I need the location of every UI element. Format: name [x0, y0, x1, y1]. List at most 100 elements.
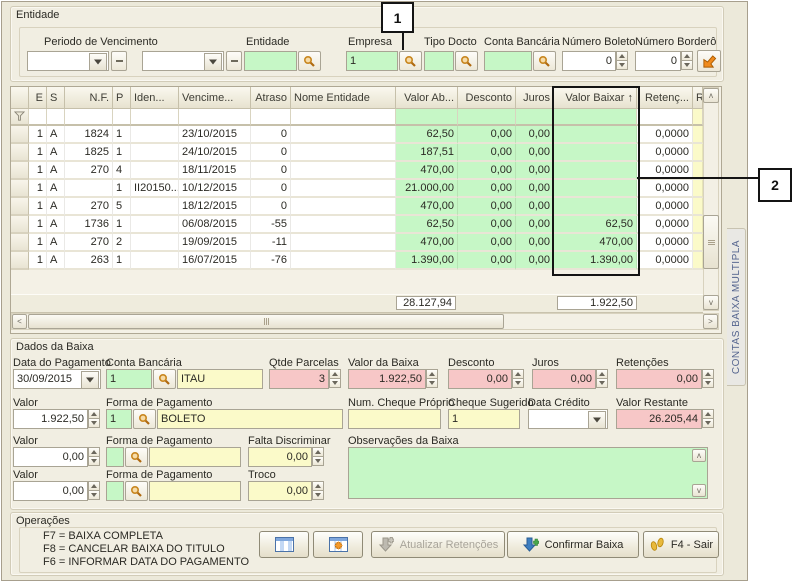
- row-selector[interactable]: [11, 216, 29, 234]
- spin-down-icon[interactable]: [88, 418, 100, 428]
- periodo-inicio-clear-button[interactable]: [111, 51, 127, 71]
- numero-bordero-input[interactable]: 0: [635, 51, 681, 71]
- spin-down-icon[interactable]: [312, 490, 324, 500]
- grid-vscroll-thumb[interactable]: [703, 215, 719, 269]
- retencoes-spinner[interactable]: [702, 369, 714, 389]
- spin-down-icon[interactable]: [681, 60, 693, 70]
- juros-input[interactable]: 0,00: [532, 369, 596, 389]
- tab-contas-baixa-multipla[interactable]: CONTAS BAIXA MULTIPLA: [727, 228, 746, 386]
- periodo-fim-clear-button[interactable]: [226, 51, 242, 71]
- entidade-search-button[interactable]: [298, 51, 321, 71]
- table-row[interactable]: 1A270518/12/20150470,000,000,000,0000: [11, 198, 703, 216]
- valor3-spinner[interactable]: [88, 481, 100, 501]
- tipo-docto-input[interactable]: [424, 51, 454, 71]
- data-credito-combo[interactable]: [528, 409, 608, 429]
- filter-cell[interactable]: [516, 109, 554, 126]
- filter-cell[interactable]: [637, 109, 693, 126]
- observacoes-scroll-down-button[interactable]: ᴠ: [692, 484, 706, 497]
- filter-cell[interactable]: [131, 109, 179, 126]
- valor3-input[interactable]: 0,00: [13, 481, 88, 501]
- column-header-nome-entidade[interactable]: Nome Entidade: [291, 87, 396, 109]
- num-cheque-input[interactable]: [348, 409, 441, 429]
- cheque-sugerido-input[interactable]: 1: [448, 409, 520, 429]
- filter-cell[interactable]: [29, 109, 47, 126]
- filter-cell[interactable]: [65, 109, 113, 126]
- conta-bancaria-search-button[interactable]: [533, 51, 556, 71]
- spin-down-icon[interactable]: [329, 378, 341, 388]
- filter-row-button[interactable]: [11, 109, 29, 126]
- row-selector[interactable]: [11, 252, 29, 270]
- table-row[interactable]: 1A1II20150...10/12/2015021.000,000,000,0…: [11, 180, 703, 198]
- numero-boleto-input[interactable]: 0: [562, 51, 616, 71]
- spin-down-icon[interactable]: [596, 378, 608, 388]
- column-header-valor-ab-[interactable]: Valor Ab...: [396, 87, 458, 109]
- filter-cell[interactable]: [554, 109, 637, 126]
- grid-view-button[interactable]: [259, 531, 309, 558]
- numero-boleto-spinner[interactable]: [616, 51, 628, 71]
- column-header-selector[interactable]: [11, 87, 29, 109]
- row-selector[interactable]: [11, 126, 29, 144]
- column-header-p[interactable]: P: [113, 87, 131, 109]
- spin-down-icon[interactable]: [88, 456, 100, 466]
- desconto-input[interactable]: 0,00: [448, 369, 512, 389]
- column-header-reten-[interactable]: Retenç...: [637, 87, 693, 109]
- table-row[interactable]: 1A1736106/08/2015-5562,500,000,0062,500,…: [11, 216, 703, 234]
- column-header-e[interactable]: E: [29, 87, 47, 109]
- chevron-down-icon[interactable]: [204, 53, 222, 71]
- periodo-inicio-combo[interactable]: [27, 51, 109, 71]
- table-row[interactable]: 1A263116/07/2015-761.390,000,000,001.390…: [11, 252, 703, 270]
- filter-cell[interactable]: [251, 109, 291, 126]
- valor-restante-spinner[interactable]: [702, 409, 714, 429]
- filter-cell[interactable]: [179, 109, 251, 126]
- valor2-input[interactable]: 0,00: [13, 447, 88, 467]
- filter-cell[interactable]: [458, 109, 516, 126]
- retencoes-input[interactable]: 0,00: [616, 369, 702, 389]
- grid-vscroll-down-button[interactable]: ᴠ: [703, 295, 719, 310]
- forma3-search-button[interactable]: [125, 481, 148, 501]
- conta-bancaria-baixa-search-button[interactable]: [153, 369, 176, 389]
- spin-down-icon[interactable]: [702, 418, 714, 428]
- atualizar-retencoes-button[interactable]: Atualizar Retenções: [371, 531, 505, 558]
- conta-bancaria-input[interactable]: [484, 51, 532, 71]
- spin-down-icon[interactable]: [312, 456, 324, 466]
- observacoes-textarea[interactable]: [348, 447, 708, 499]
- valor2-spinner[interactable]: [88, 447, 100, 467]
- chevron-down-icon[interactable]: [588, 411, 606, 429]
- data-pagamento-combo[interactable]: 30/09/2015: [13, 369, 101, 389]
- troco-spinner[interactable]: [312, 481, 324, 501]
- row-selector[interactable]: [11, 144, 29, 162]
- filter-cell[interactable]: [693, 109, 703, 126]
- entidade-input[interactable]: [244, 51, 297, 71]
- chevron-down-icon[interactable]: [81, 371, 99, 389]
- numero-bordero-spinner[interactable]: [681, 51, 693, 71]
- grid-vscroll-track[interactable]: [703, 87, 719, 311]
- column-header-desconto[interactable]: Desconto: [458, 87, 516, 109]
- spin-down-icon[interactable]: [702, 378, 714, 388]
- falta-discriminar-spinner[interactable]: [312, 447, 324, 467]
- empresa-input[interactable]: 1: [346, 51, 398, 71]
- spin-down-icon[interactable]: [616, 60, 628, 70]
- grid-config-button[interactable]: [313, 531, 363, 558]
- confirmar-baixa-button[interactable]: Confirmar Baixa: [507, 531, 639, 558]
- table-row[interactable]: 1A270418/11/20150470,000,000,000,0000: [11, 162, 703, 180]
- row-selector[interactable]: [11, 162, 29, 180]
- row-selector[interactable]: [11, 234, 29, 252]
- column-header-juros[interactable]: Juros: [516, 87, 554, 109]
- grid-vscroll-up-button[interactable]: ᴧ: [703, 88, 719, 103]
- table-row[interactable]: 1A1825124/10/20150187,510,000,000,0000: [11, 144, 703, 162]
- spin-down-icon[interactable]: [512, 378, 524, 388]
- grid-hscroll-right-button[interactable]: >: [703, 314, 718, 329]
- forma1-codigo-input[interactable]: 1: [106, 409, 132, 429]
- filter-cell[interactable]: [47, 109, 65, 126]
- forma2-codigo-input[interactable]: [106, 447, 124, 467]
- grid-hscroll-thumb[interactable]: [28, 314, 504, 329]
- executar-filtro-button[interactable]: [697, 50, 721, 72]
- valor-baixa-input[interactable]: 1.922,50: [348, 369, 426, 389]
- column-header-valor-baixar-[interactable]: Valor Baixar ↑: [554, 87, 637, 109]
- table-row[interactable]: 1A1824123/10/2015062,500,000,000,0000: [11, 126, 703, 144]
- column-header-atraso[interactable]: Atraso: [251, 87, 291, 109]
- valor1-input[interactable]: 1.922,50: [13, 409, 88, 429]
- periodo-fim-combo[interactable]: [142, 51, 224, 71]
- filter-cell[interactable]: [291, 109, 396, 126]
- valor-baixa-spinner[interactable]: [426, 369, 438, 389]
